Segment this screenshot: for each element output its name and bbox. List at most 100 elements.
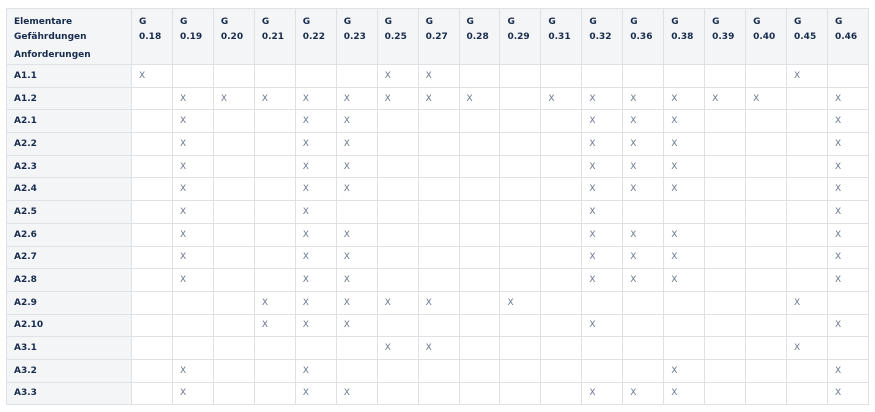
column-header: G 0.23 bbox=[335, 8, 378, 65]
matrix-cell bbox=[499, 154, 542, 179]
matrix-cell: X bbox=[294, 245, 337, 270]
matrix-cell bbox=[745, 336, 787, 360]
matrix-cell: X bbox=[335, 132, 378, 156]
matrix-cell bbox=[499, 177, 542, 202]
matrix-cell bbox=[745, 64, 787, 88]
matrix-cell: X bbox=[826, 132, 870, 156]
matrix-cell bbox=[704, 358, 747, 383]
matrix-cell: X bbox=[745, 86, 787, 111]
table-row: A2.6 X X X X X X X bbox=[6, 222, 870, 247]
matrix-cell bbox=[540, 245, 583, 270]
matrix-cell bbox=[745, 154, 787, 179]
table-row: A2.8 X X X X X X X bbox=[6, 268, 870, 292]
row-header: A2.8 bbox=[6, 268, 132, 292]
matrix-cell bbox=[417, 358, 460, 383]
matrix-cell bbox=[458, 154, 501, 179]
matrix-cell: X bbox=[581, 154, 624, 179]
matrix-cell bbox=[499, 200, 542, 224]
matrix-cell bbox=[376, 313, 419, 338]
matrix-cell bbox=[212, 268, 255, 292]
column-header-number: 0.36 bbox=[630, 32, 653, 42]
matrix-cell bbox=[335, 200, 378, 224]
matrix-cell bbox=[376, 200, 419, 224]
matrix-cell: X bbox=[581, 381, 624, 406]
matrix-cell bbox=[253, 358, 296, 383]
matrix-cell: X bbox=[622, 86, 665, 111]
matrix-cell: X bbox=[826, 358, 870, 383]
matrix-cell bbox=[212, 109, 255, 134]
table-row: A2.1 X X X X X X X bbox=[6, 109, 870, 134]
matrix-cell bbox=[376, 109, 419, 134]
column-header-prefix: G bbox=[343, 17, 352, 27]
matrix-cell bbox=[212, 313, 255, 338]
matrix-cell bbox=[131, 109, 173, 134]
column-header: G 0.29 bbox=[499, 8, 542, 65]
matrix-cell bbox=[704, 381, 747, 406]
table-row: A2.7 X X X X X X X bbox=[6, 245, 870, 270]
matrix-cell bbox=[458, 336, 501, 360]
matrix-cell bbox=[212, 336, 255, 360]
column-header-prefix: G bbox=[548, 17, 556, 27]
matrix-cell bbox=[540, 109, 583, 134]
row-header: A2.10 bbox=[6, 313, 132, 338]
matrix-cell bbox=[458, 109, 501, 134]
matrix-cell bbox=[458, 132, 501, 156]
corner-header-bottom: Anforderungen bbox=[14, 50, 91, 60]
matrix-cell bbox=[826, 336, 870, 360]
column-header: G 0.19 bbox=[171, 8, 214, 65]
matrix-cell bbox=[581, 290, 624, 315]
matrix-cell bbox=[458, 290, 501, 315]
matrix-cell bbox=[499, 222, 542, 247]
matrix-cell bbox=[253, 177, 296, 202]
matrix-cell: X bbox=[335, 381, 378, 406]
matrix-cell: X bbox=[294, 290, 337, 315]
matrix-cell: X bbox=[581, 245, 624, 270]
matrix-cell bbox=[131, 245, 173, 270]
row-header: A2.7 bbox=[6, 245, 132, 270]
table-row: A2.9 X X X X X X X bbox=[6, 290, 870, 315]
matrix-cell bbox=[212, 358, 255, 383]
matrix-cell bbox=[704, 177, 747, 202]
row-header: A2.3 bbox=[6, 154, 132, 179]
matrix-cell bbox=[171, 336, 214, 360]
matrix-cell: X bbox=[826, 177, 870, 202]
column-header: G 0.25 bbox=[376, 8, 419, 65]
matrix-cell bbox=[499, 268, 542, 292]
matrix-cell bbox=[376, 154, 419, 179]
matrix-cell: X bbox=[335, 268, 378, 292]
matrix-cell bbox=[171, 290, 214, 315]
matrix-cell bbox=[745, 290, 787, 315]
matrix-cell bbox=[458, 64, 501, 88]
matrix-cell bbox=[253, 154, 296, 179]
matrix-cell bbox=[458, 222, 501, 247]
matrix-cell bbox=[622, 290, 665, 315]
matrix-cell bbox=[663, 64, 706, 88]
corner-header-top: Elementare Gefährdungen bbox=[14, 17, 87, 42]
matrix-cell: X bbox=[376, 86, 419, 111]
matrix-cell: X bbox=[335, 245, 378, 270]
column-header-prefix: G bbox=[589, 17, 597, 27]
matrix-cell bbox=[131, 154, 173, 179]
matrix-cell: X bbox=[458, 86, 501, 111]
matrix-cell bbox=[458, 200, 501, 224]
matrix-cell bbox=[376, 358, 419, 383]
matrix-cell bbox=[540, 200, 583, 224]
column-header: G 0.46 bbox=[826, 8, 870, 65]
matrix-cell: X bbox=[417, 86, 460, 111]
matrix-cell: X bbox=[335, 109, 378, 134]
matrix-cell: X bbox=[171, 358, 214, 383]
matrix-cell bbox=[417, 177, 460, 202]
column-header: G 0.20 bbox=[212, 8, 255, 65]
matrix-cell bbox=[540, 381, 583, 406]
matrix-cell bbox=[540, 268, 583, 292]
matrix-cell: X bbox=[786, 64, 828, 88]
column-header: G 0.32 bbox=[581, 8, 624, 65]
column-header-number: 0.46 bbox=[834, 32, 858, 42]
matrix-cell: X bbox=[171, 381, 214, 406]
matrix-cell bbox=[131, 381, 173, 406]
table-row: A3.1 X X X bbox=[6, 336, 870, 360]
matrix-cell bbox=[745, 358, 787, 383]
matrix-cell: X bbox=[581, 222, 624, 247]
matrix-cell bbox=[131, 222, 173, 247]
matrix-cell: X bbox=[663, 245, 706, 270]
